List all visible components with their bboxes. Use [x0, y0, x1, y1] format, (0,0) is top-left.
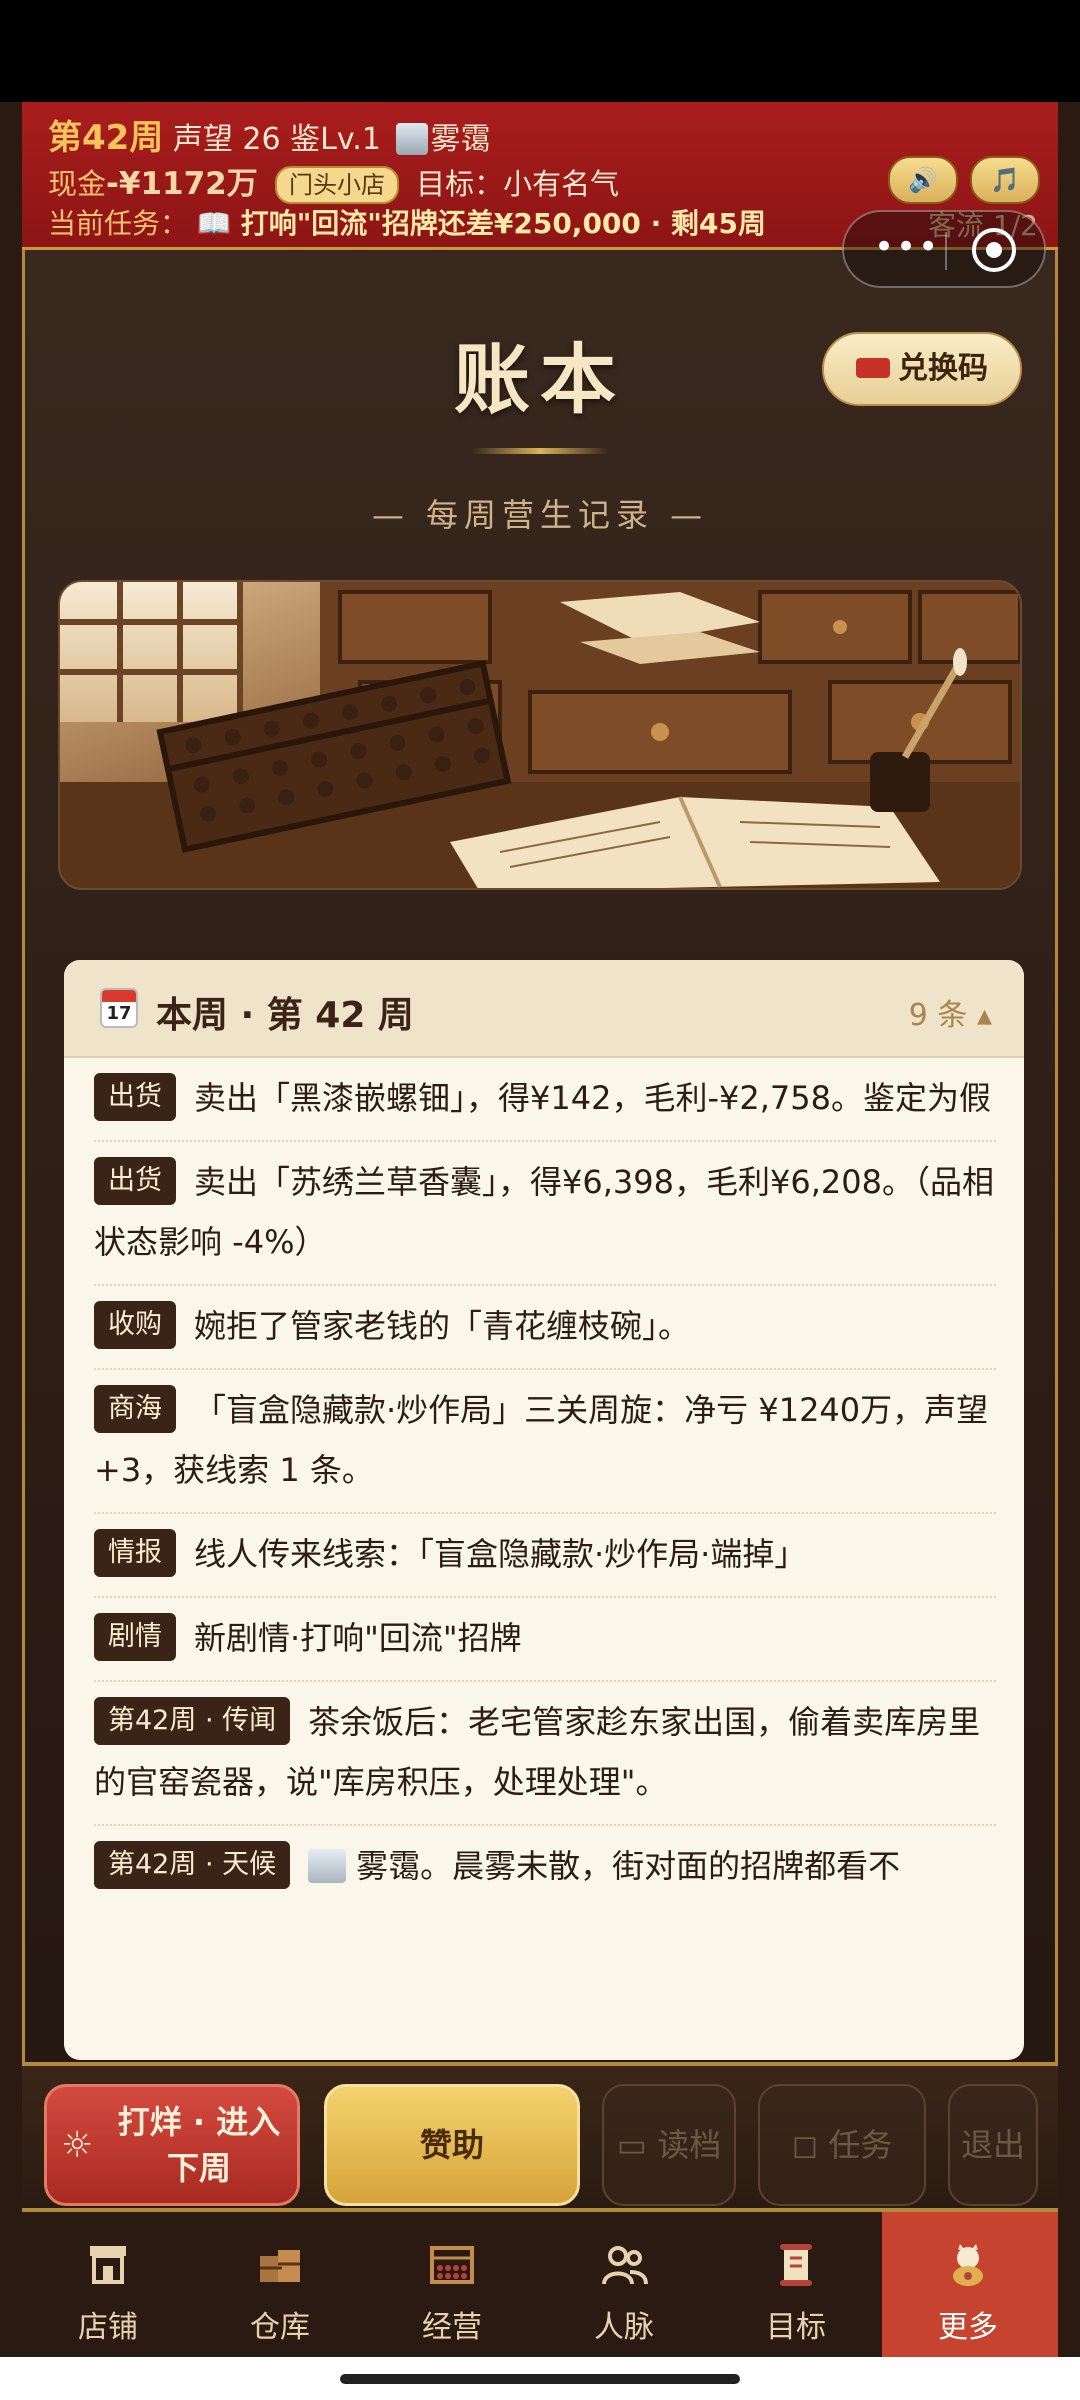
status-line-cash: 现金-¥1172万 门头小店 目标：小有名气 — [48, 158, 619, 204]
ledger-entry: 第42周 · 传闻 茶余饭后：老宅管家趁东家出国，偷着卖库房里的官窑瓷器，说"库房… — [94, 1682, 996, 1826]
goal-text: 目标：小有名气 — [416, 167, 620, 201]
redeem-code-button[interactable]: 兑换码 — [822, 332, 1022, 406]
nav-item-contacts[interactable]: 人脉 — [538, 2212, 710, 2357]
desk-abacus-illustration — [60, 582, 1020, 888]
shop-icon — [90, 2246, 126, 2284]
load-label: 读档 — [657, 2126, 722, 2164]
nav-item-warehouse[interactable]: 仓库 — [194, 2212, 366, 2357]
close-miniprogram-icon[interactable] — [972, 228, 1016, 272]
nav-label: 仓库 — [250, 2310, 310, 2345]
entry-tag: 收购 — [94, 1301, 176, 1349]
fog-icon — [396, 123, 429, 155]
ledger-entry: 出货 卖出「苏绣兰草香囊」，得¥6,398，毛利¥6,208。（品相状态影响 -4… — [94, 1142, 996, 1286]
close-shop-label: 打烊 · 进入下周 — [117, 2103, 281, 2187]
entry-tag: 情报 — [94, 1529, 176, 1577]
people-icon — [602, 2246, 648, 2285]
sun-icon: ☼ — [61, 2125, 94, 2166]
ledger-entry: 剧情 新剧情·打响"回流"招牌 — [94, 1598, 996, 1682]
ledger-title: 本周 · 第 42 周 — [156, 995, 414, 1036]
capsule-divider — [945, 232, 947, 270]
entry-text: 线人传来线索：「盲盒隐藏款·炒作局·端掉」 — [194, 1535, 807, 1573]
title-divider — [472, 448, 608, 454]
system-status-bar — [0, 0, 1080, 102]
music-note-icon: 🎵 — [990, 166, 1020, 194]
entry-text: 卖出「黑漆嵌螺钿」，得¥142，毛利-¥2,758。鉴定为假 — [194, 1079, 991, 1117]
status-line-task: 当前任务： 📖 打响"回流"招牌还差¥250,000 · 剩45周 — [48, 202, 766, 242]
nav-label: 更多 — [938, 2310, 998, 2345]
ledger-entry: 商海 「盲盒隐藏款·炒作局」三关周旋：净亏 ¥1240万，声望 +3，获线索 1 … — [94, 1370, 996, 1514]
ledger-entries: 出货 卖出「黑漆嵌螺钿」，得¥142，毛利-¥2,758。鉴定为假 出货 卖出「苏绣… — [94, 1058, 996, 1908]
nav-label: 经营 — [422, 2310, 482, 2345]
fog-icon — [308, 1849, 347, 1883]
entry-tag: 第42周 · 传闻 — [94, 1697, 291, 1745]
task-icon: ◻ — [791, 2126, 829, 2164]
entry-text: 婉拒了管家老钱的「青花缠枝碗」。 — [194, 1307, 691, 1345]
tasks-button[interactable]: ◻ 任务 — [758, 2084, 926, 2206]
ledger-illustration — [58, 580, 1022, 890]
cash-label: 现金 — [48, 167, 107, 201]
nav-item-shop[interactable]: 店铺 — [22, 2212, 194, 2357]
load-save-button[interactable]: ▭ 读档 — [602, 2084, 736, 2206]
miniprogram-capsule: ••• — [842, 210, 1046, 288]
ledger-header[interactable]: 17 本周 · 第 42 周 9 条 ▴ — [64, 960, 1024, 1058]
entry-text: 「盲盒隐藏款·炒作局」三关周旋：净亏 ¥1240万，声望 +3，获线索 1 条。 — [94, 1391, 989, 1489]
entry-text: 新剧情·打响"回流"招牌 — [194, 1619, 522, 1657]
bottom-nav: 店铺 仓库 经营 人脉 目标 更多 — [22, 2212, 1058, 2357]
ledger-entry: 收购 婉拒了管家老钱的「青花缠枝碗」。 — [94, 1286, 996, 1370]
scroll-icon — [780, 2244, 812, 2286]
more-menu-icon[interactable]: ••• — [874, 230, 938, 268]
abacus-icon — [430, 2246, 474, 2284]
nav-label: 人脉 — [594, 2310, 654, 2345]
folder-icon: ▭ — [616, 2126, 658, 2164]
calendar-icon: 17 — [100, 988, 138, 1028]
task-label: 任务 — [828, 2126, 893, 2164]
warehouse-icon — [260, 2250, 300, 2282]
page-subtitle: — 每周营生记录 — — [371, 496, 709, 534]
sound-toggle-button[interactable]: 🔊 — [888, 156, 958, 204]
ledger-entry: 情报 线人传来线索：「盲盒隐藏款·炒作局·端掉」 — [94, 1514, 996, 1598]
appraise-level: 鉴Lv.1 — [290, 122, 381, 157]
nav-label: 目标 — [766, 2310, 826, 2345]
nav-item-more[interactable]: 更多 — [882, 2212, 1058, 2357]
week-number: 第42周 — [48, 118, 164, 158]
home-indicator[interactable] — [340, 2374, 740, 2384]
shop-level-badge: 门头小店 — [274, 166, 399, 204]
app-root: 第42周 声望 26 鉴Lv.1 雾霭 现金-¥1172万 门头小店 目标：小有… — [0, 0, 1080, 2400]
entry-tag: 出货 — [94, 1157, 176, 1205]
nav-item-goal[interactable]: 目标 — [710, 2212, 882, 2357]
reputation: 声望 26 — [172, 122, 281, 157]
entry-tag: 剧情 — [94, 1613, 176, 1661]
ledger-entry: 第42周 · 天候 雾霭。晨雾未散，街对面的招牌都看不 — [94, 1826, 996, 1908]
calendar-icon-top — [102, 990, 136, 1002]
music-toggle-button[interactable]: 🎵 — [970, 156, 1040, 204]
cash-value: -¥1172万 — [106, 166, 258, 202]
ledger-entry: 出货 卖出「黑漆嵌螺钿」，得¥142，毛利-¥2,758。鉴定为假 — [94, 1058, 996, 1142]
calendar-icon-day: 17 — [106, 1003, 132, 1024]
status-line-stats: 第42周 声望 26 鉴Lv.1 雾霭 — [48, 110, 490, 159]
nav-item-business[interactable]: 经营 — [366, 2212, 538, 2357]
entry-tag: 第42周 · 天候 — [94, 1841, 291, 1889]
ledger-count-toggle[interactable]: 9 条 ▴ — [909, 990, 992, 1034]
lucky-cat-icon — [953, 2244, 983, 2286]
action-bar: ☼ 打烊 · 进入下周 赞助 ▭ 读档 ◻ 任务 退出 — [22, 2062, 1058, 2212]
redeem-label: 兑换码 — [898, 351, 988, 386]
task-body: 打响"回流"招牌还差¥250,000 · 剩45周 — [240, 207, 766, 240]
book-icon: 📖 — [196, 207, 232, 240]
ticket-icon — [856, 358, 890, 378]
task-label: 当前任务： — [48, 207, 189, 240]
nav-label: 店铺 — [78, 2310, 138, 2345]
ledger-card: 17 本周 · 第 42 周 9 条 ▴ 出货 卖出「黑漆嵌螺钿」，得¥142，毛… — [64, 960, 1024, 2060]
entry-tag: 出货 — [94, 1073, 176, 1121]
sponsor-button[interactable]: 赞助 — [324, 2084, 580, 2206]
close-shop-next-week-button[interactable]: ☼ 打烊 · 进入下周 — [44, 2084, 300, 2206]
entry-text: 雾霭。晨雾未散，街对面的招牌都看不 — [356, 1847, 901, 1885]
weather-text: 雾霭 — [430, 122, 491, 157]
exit-button[interactable]: 退出 — [948, 2084, 1038, 2206]
entry-text: 卖出「苏绣兰草香囊」，得¥6,398，毛利¥6,208。（品相状态影响 -4%） — [94, 1163, 994, 1261]
entry-tag: 商海 — [94, 1385, 176, 1433]
speaker-icon: 🔊 — [908, 166, 938, 194]
